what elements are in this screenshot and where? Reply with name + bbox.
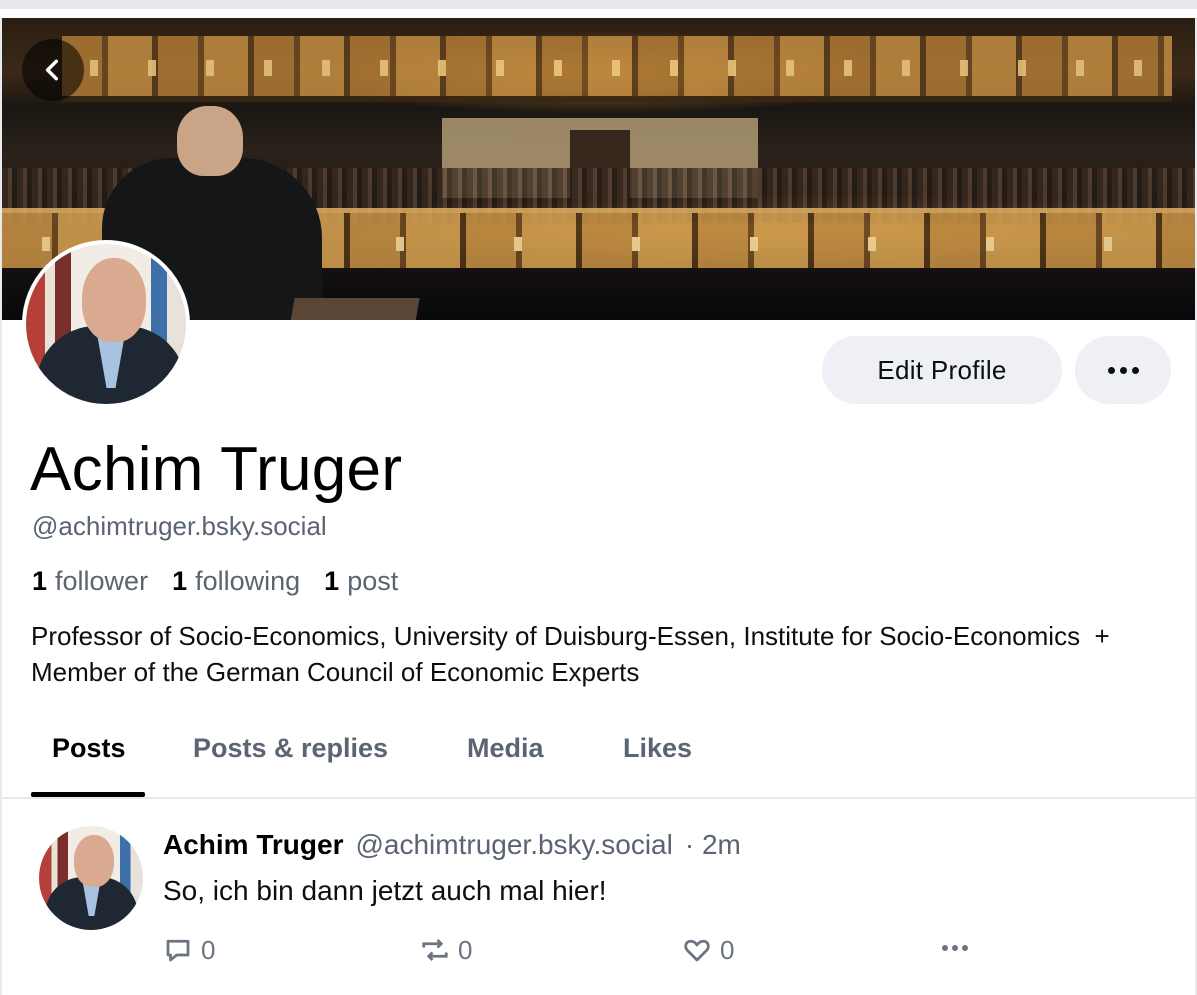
banner-balcony-top <box>62 36 1172 102</box>
profile-avatar[interactable] <box>22 240 190 408</box>
edit-profile-button[interactable]: Edit Profile <box>822 336 1062 404</box>
tab-likes[interactable]: Likes <box>623 733 692 764</box>
speech-bubble-icon <box>166 939 190 962</box>
heart-icon <box>684 939 710 962</box>
profile-banner[interactable] <box>2 18 1195 320</box>
like-button[interactable]: 0 <box>682 933 734 967</box>
tab-posts-and-replies[interactable]: Posts & replies <box>193 733 388 764</box>
chevron-left-icon <box>45 59 58 81</box>
repost-button[interactable]: 0 <box>420 933 472 967</box>
post-author-handle[interactable]: @achimtruger.bsky.social <box>355 829 672 861</box>
post-author-avatar[interactable] <box>39 826 143 930</box>
profile-stats: 1 follower 1 following 1 post <box>32 566 398 597</box>
profile-more-button[interactable] <box>1075 336 1171 404</box>
followers-link[interactable]: 1 follower <box>32 566 148 597</box>
post-more-button[interactable] <box>942 945 968 951</box>
post-timestamp[interactable]: · 2m <box>685 829 741 861</box>
profile-display-name: Achim Truger <box>30 435 403 504</box>
tab-media[interactable]: Media <box>467 733 544 764</box>
reply-button[interactable]: 0 <box>163 933 215 967</box>
tab-posts[interactable]: Posts <box>52 733 126 764</box>
like-count: 0 <box>720 934 735 965</box>
repost-arrows-icon <box>422 939 448 961</box>
profile-page: Edit Profile Achim Truger @achimtruger.b… <box>0 0 1197 995</box>
post-text: So, ich bin dann jetzt auch mal hier! <box>163 875 607 906</box>
back-button[interactable] <box>22 39 84 101</box>
profile-tabs: Posts Posts & replies Media Likes <box>0 709 1197 799</box>
post-author-name[interactable]: Achim Truger <box>163 829 343 861</box>
repost-count: 0 <box>458 934 473 965</box>
banner-lectern <box>289 298 420 320</box>
reply-count: 0 <box>201 934 216 965</box>
active-tab-indicator <box>31 792 145 797</box>
profile-handle: @achimtruger.bsky.social <box>32 511 327 541</box>
profile-bio: Professor of Socio-Economics, University… <box>31 621 1117 687</box>
post-header: Achim Truger @achimtruger.bsky.social · … <box>163 829 741 861</box>
following-link[interactable]: 1 following <box>172 566 300 597</box>
banner-speaker-head <box>177 106 243 176</box>
posts-count: 1 post <box>324 566 399 596</box>
ellipsis-icon <box>942 945 948 951</box>
ellipsis-icon <box>1107 366 1115 374</box>
